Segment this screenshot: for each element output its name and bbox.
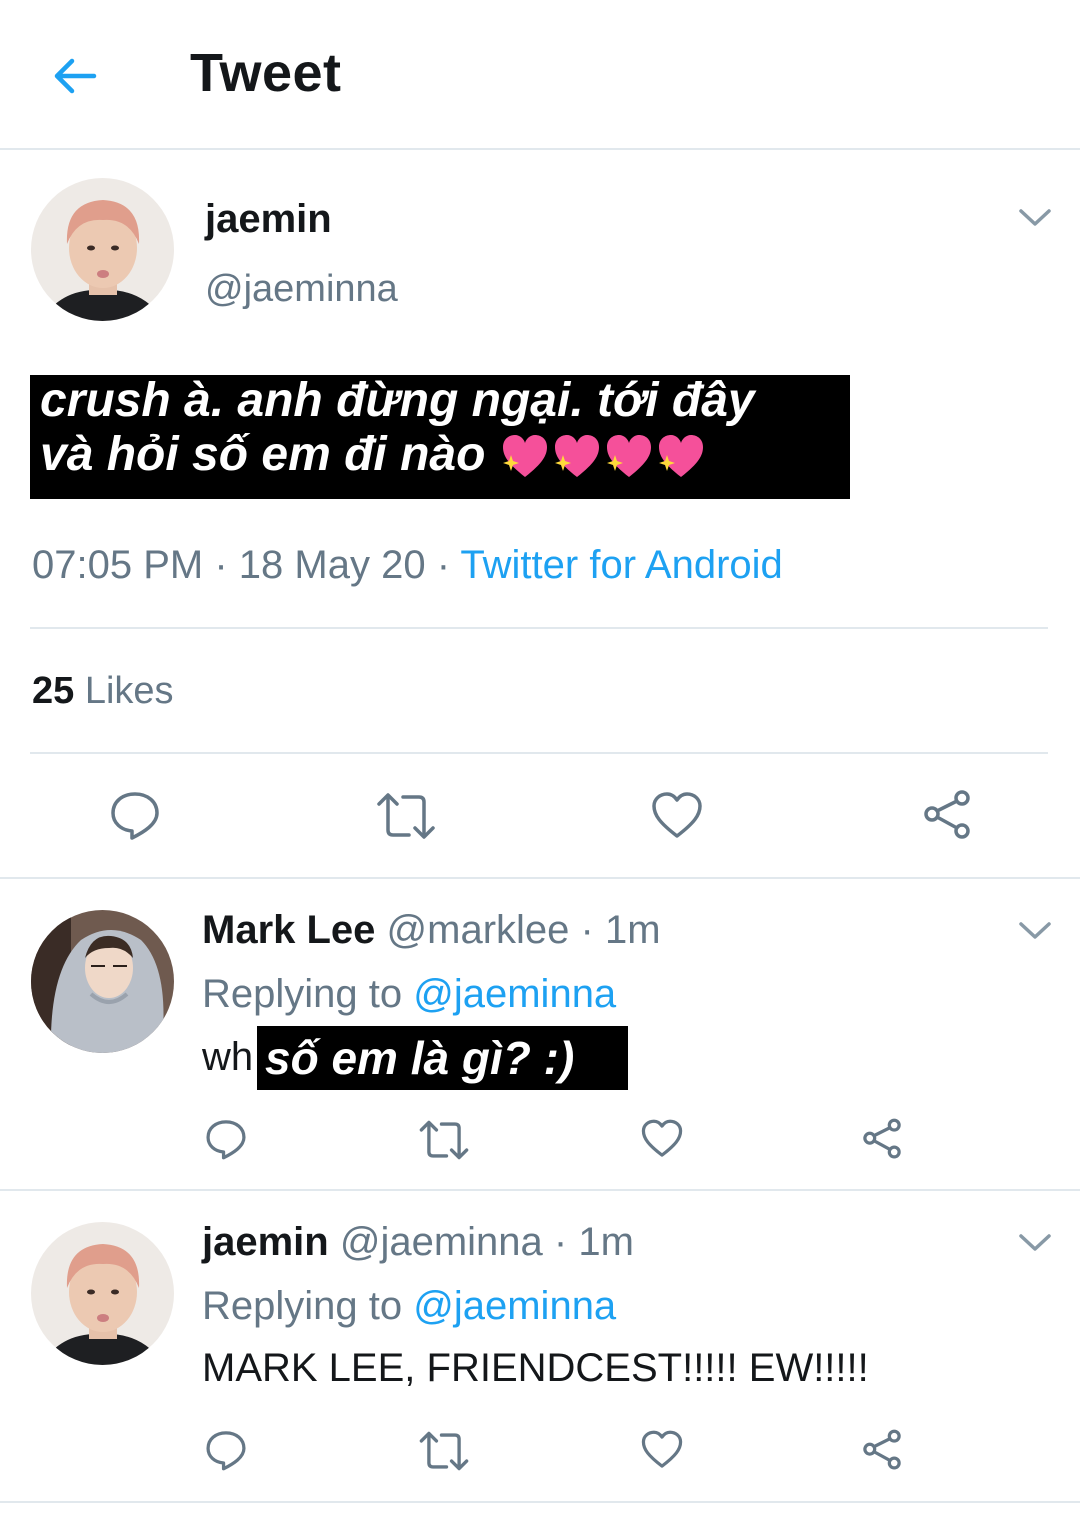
tweet-text-line2-row: và hỏi số em đi nào bbox=[40, 428, 860, 483]
reply-author[interactable]: Mark Lee @marklee · 1m bbox=[202, 908, 661, 953]
reply-overlay-text: số em là gì? :) bbox=[265, 1032, 575, 1084]
replying-to: Replying to @jaeminna bbox=[202, 1284, 616, 1329]
share-icon[interactable] bbox=[860, 1117, 904, 1161]
author-name[interactable]: jaemin bbox=[205, 197, 332, 242]
reply-icon[interactable] bbox=[204, 1117, 248, 1161]
retweet-icon[interactable] bbox=[418, 1429, 470, 1473]
chevron-down-icon[interactable] bbox=[1017, 918, 1053, 942]
avatar-mark-lee[interactable] bbox=[31, 910, 174, 1053]
replying-label: Replying to bbox=[202, 972, 403, 1016]
divider bbox=[0, 1189, 1080, 1191]
share-icon[interactable] bbox=[860, 1428, 904, 1472]
reply-text-prefix: wh bbox=[202, 1035, 254, 1079]
tweet-source-link[interactable]: Twitter for Android bbox=[460, 543, 782, 587]
top-app-bar bbox=[0, 0, 1080, 150]
replying-to: Replying to @jaeminna bbox=[202, 972, 616, 1017]
share-icon[interactable] bbox=[920, 788, 974, 842]
reply-icon[interactable] bbox=[108, 788, 162, 842]
reply-time: · 1m bbox=[553, 1220, 634, 1264]
tweet-text: crush à. anh đừng ngại. tới đây và hỏi s… bbox=[40, 374, 860, 483]
chevron-down-icon[interactable] bbox=[1017, 1230, 1053, 1254]
divider bbox=[0, 1501, 1080, 1503]
sparkling-hearts-emoji bbox=[502, 435, 703, 478]
tweet-text-line2: và hỏi số em đi nào bbox=[40, 428, 486, 481]
page-title: Tweet bbox=[190, 43, 342, 103]
like-heart-icon[interactable] bbox=[640, 1429, 684, 1471]
divider bbox=[0, 877, 1080, 879]
likes-label: Likes bbox=[84, 670, 174, 712]
divider bbox=[30, 627, 1048, 629]
reply-author-name: jaemin bbox=[202, 1220, 329, 1264]
replying-to-link[interactable]: @jaeminna bbox=[413, 972, 616, 1016]
reply-author-handle: @jaeminna bbox=[339, 1220, 543, 1264]
back-arrow-icon[interactable] bbox=[50, 52, 98, 100]
meta-separator-1: · bbox=[214, 543, 228, 587]
reply-author-name: Mark Lee bbox=[202, 908, 376, 952]
replying-to-link[interactable]: @jaeminna bbox=[413, 1284, 616, 1328]
author-handle[interactable]: @jaeminna bbox=[205, 268, 398, 311]
reply-icon[interactable] bbox=[204, 1428, 248, 1472]
replying-label: Replying to bbox=[202, 1284, 403, 1328]
avatar-jaemin[interactable] bbox=[31, 178, 174, 321]
avatar-jaemin[interactable] bbox=[31, 1222, 174, 1365]
tweet-date: 18 May 20 bbox=[238, 543, 426, 587]
likes-number: 25 bbox=[32, 670, 75, 712]
divider bbox=[30, 752, 1048, 754]
likes-count[interactable]: 25 Likes bbox=[32, 670, 174, 713]
reply-author[interactable]: jaemin @jaeminna · 1m bbox=[202, 1220, 634, 1265]
retweet-icon[interactable] bbox=[375, 790, 437, 842]
like-heart-icon[interactable] bbox=[640, 1118, 684, 1160]
meta-separator-2: · bbox=[436, 543, 451, 587]
chevron-down-icon[interactable] bbox=[1017, 205, 1053, 229]
tweet-text-line1: crush à. anh đừng ngại. tới đây bbox=[40, 374, 755, 427]
reply-time: · 1m bbox=[580, 908, 661, 952]
like-heart-icon[interactable] bbox=[650, 790, 704, 842]
reply-text: MARK LEE, FRIENDCEST!!!!! EW!!!!! bbox=[202, 1346, 869, 1390]
reply-author-handle: @marklee bbox=[386, 908, 570, 952]
retweet-icon[interactable] bbox=[418, 1118, 470, 1162]
tweet-meta: 07:05 PM · 18 May 20 · Twitter for Andro… bbox=[32, 543, 783, 588]
tweet-time: 07:05 PM bbox=[32, 543, 204, 587]
